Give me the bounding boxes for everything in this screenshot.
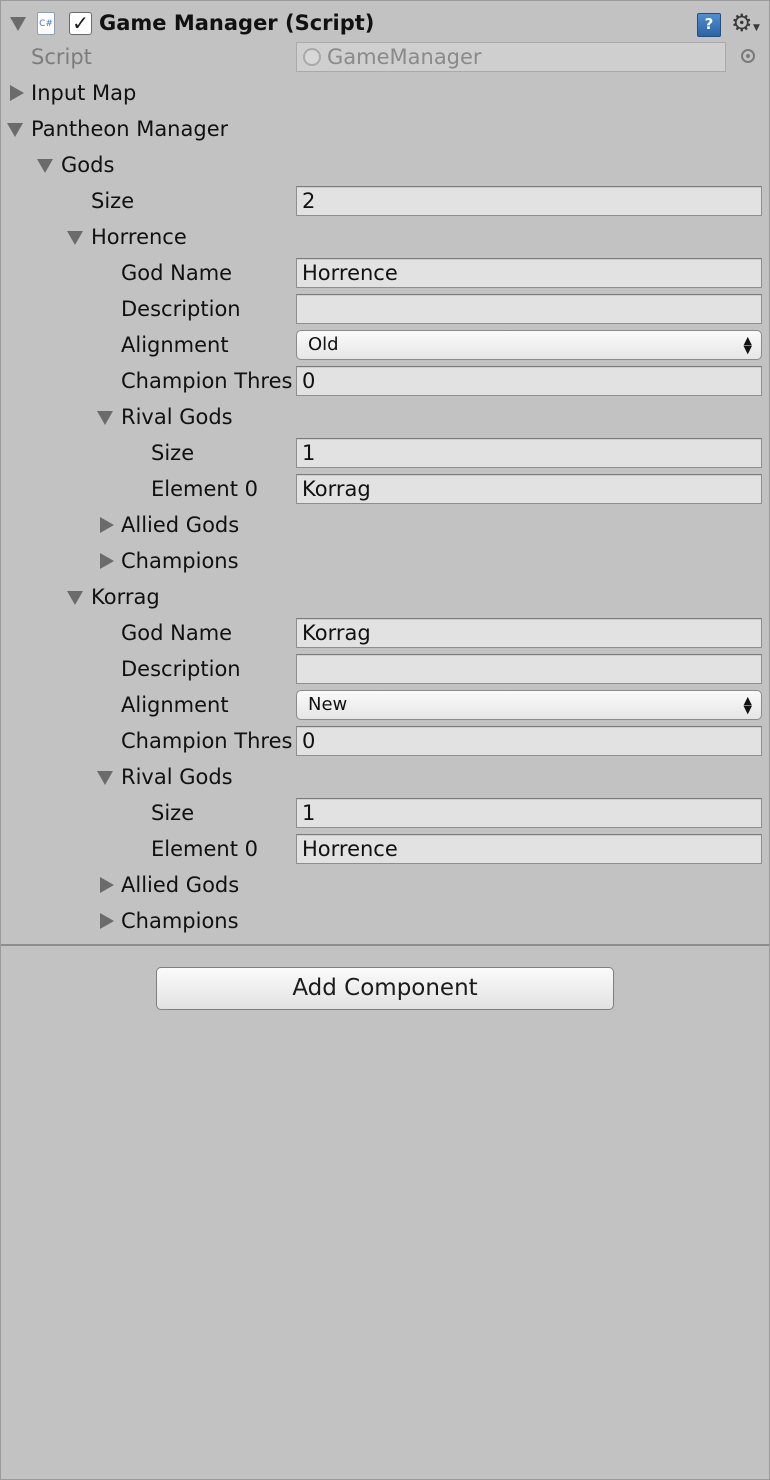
script-row: Script GameManager (1, 39, 769, 75)
gods-foldout-arrow-icon[interactable] (37, 159, 53, 173)
description-field[interactable] (296, 294, 762, 324)
rival-element-field[interactable]: Horrence (296, 834, 762, 864)
rival-element-label: Element 0 (151, 837, 258, 861)
god-name-field[interactable]: Horrence (296, 258, 762, 288)
description-label: Description (121, 297, 241, 321)
gear-icon[interactable]: ⚙ (731, 9, 753, 37)
champion-threshold-field[interactable]: 0 (296, 366, 762, 396)
champions-label: Champions (121, 909, 239, 933)
script-label: Script (31, 45, 92, 69)
component-divider (1, 944, 769, 946)
pantheon-foldout-arrow-icon[interactable] (7, 123, 23, 137)
champions-foldout[interactable]: Champions (1, 543, 769, 579)
rival-gods-size-row: Size 1 (1, 795, 769, 831)
input-map-label: Input Map (31, 81, 137, 105)
description-row: Description (1, 291, 769, 327)
help-icon[interactable]: ? (697, 13, 721, 37)
rival-gods-size-field[interactable]: 1 (296, 798, 762, 828)
gods-size-row: Size 2 (1, 183, 769, 219)
champion-threshold-label: Champion Thres (121, 369, 293, 393)
description-label: Description (121, 657, 241, 681)
component-header[interactable]: C# ✓ Game Manager (Script) ? ⚙ ▼ (1, 5, 769, 41)
description-row: Description (1, 651, 769, 687)
champions-foldout-arrow-icon[interactable] (100, 553, 114, 569)
rival-gods-label: Rival Gods (121, 405, 233, 429)
god-header-label: Korrag (91, 585, 160, 609)
component-foldout-arrow-icon[interactable] (10, 17, 26, 31)
rival-gods-label: Rival Gods (121, 765, 233, 789)
rival-element-row: Element 0 Korrag (1, 471, 769, 507)
rival-gods-size-label: Size (151, 441, 195, 465)
alignment-row: Alignment Old ▲ ▼ (1, 327, 769, 363)
rival-element-field[interactable]: Korrag (296, 474, 762, 504)
pantheon-manager-row[interactable]: Pantheon Manager (1, 111, 769, 147)
rival-gods-size-field[interactable]: 1 (296, 438, 762, 468)
alignment-value: New (308, 694, 348, 715)
alignment-label: Alignment (121, 333, 229, 357)
rival-gods-foldout-arrow-icon[interactable] (97, 411, 113, 425)
god-foldout-arrow-icon[interactable] (67, 231, 83, 245)
component-title: Game Manager (Script) (99, 11, 375, 35)
cs-script-icon: C# (37, 12, 55, 35)
rival-gods-size-label: Size (151, 801, 195, 825)
script-field[interactable]: GameManager (296, 42, 726, 72)
pantheon-manager-label: Pantheon Manager (31, 117, 229, 141)
allied-gods-foldout[interactable]: Allied Gods (1, 867, 769, 903)
input-map-row[interactable]: Input Map (1, 75, 769, 111)
gods-label: Gods (61, 153, 115, 177)
champion-threshold-row: Champion Thres 0 (1, 723, 769, 759)
champion-threshold-field[interactable]: 0 (296, 726, 762, 756)
champion-threshold-row: Champion Thres 0 (1, 363, 769, 399)
rival-gods-size-row: Size 1 (1, 435, 769, 471)
script-file-icon (303, 48, 321, 66)
gods-size-field[interactable]: 2 (296, 186, 762, 216)
alignment-dropdown[interactable]: New ▲ ▼ (296, 690, 762, 720)
rival-gods-foldout[interactable]: Rival Gods (1, 399, 769, 435)
champions-label: Champions (121, 549, 239, 573)
gods-row[interactable]: Gods (1, 147, 769, 183)
god-name-row: God Name Korrag (1, 615, 769, 651)
rival-element-row: Element 0 Horrence (1, 831, 769, 867)
alignment-label: Alignment (121, 693, 229, 717)
champion-threshold-label: Champion Thres (121, 729, 293, 753)
alignment-row: Alignment New ▲ ▼ (1, 687, 769, 723)
rival-gods-foldout[interactable]: Rival Gods (1, 759, 769, 795)
allied-gods-label: Allied Gods (121, 873, 240, 897)
dropdown-arrows-icon: ▲ ▼ (743, 694, 752, 716)
component-enabled-checkbox[interactable]: ✓ (69, 12, 92, 35)
allied-gods-foldout-arrow-icon[interactable] (100, 517, 114, 533)
god-name-label: God Name (121, 261, 233, 285)
champions-foldout[interactable]: Champions (1, 903, 769, 939)
alignment-dropdown[interactable]: Old ▲ ▼ (296, 330, 762, 360)
dropdown-arrows-icon: ▲ ▼ (743, 334, 752, 356)
gods-size-label: Size (91, 189, 135, 213)
allied-gods-foldout[interactable]: Allied Gods (1, 507, 769, 543)
object-picker-icon[interactable] (741, 49, 755, 63)
god-name-field[interactable]: Korrag (296, 618, 762, 648)
rival-element-label: Element 0 (151, 477, 258, 501)
inspector-panel: C# ✓ Game Manager (Script) ? ⚙ ▼ Script … (0, 0, 770, 1480)
god-foldout-arrow-icon[interactable] (67, 591, 83, 605)
add-component-button[interactable]: Add Component (156, 967, 614, 1010)
allied-gods-foldout-arrow-icon[interactable] (100, 877, 114, 893)
god-name-row: God Name Horrence (1, 255, 769, 291)
alignment-value: Old (308, 334, 339, 355)
rival-gods-foldout-arrow-icon[interactable] (97, 771, 113, 785)
god-foldout[interactable]: Horrence (1, 219, 769, 255)
gear-caret-icon: ▼ (753, 23, 760, 33)
description-field[interactable] (296, 654, 762, 684)
champions-foldout-arrow-icon[interactable] (100, 913, 114, 929)
god-name-label: God Name (121, 621, 233, 645)
allied-gods-label: Allied Gods (121, 513, 240, 537)
god-foldout[interactable]: Korrag (1, 579, 769, 615)
god-header-label: Horrence (91, 225, 187, 249)
input-map-foldout-arrow-icon[interactable] (10, 85, 24, 101)
